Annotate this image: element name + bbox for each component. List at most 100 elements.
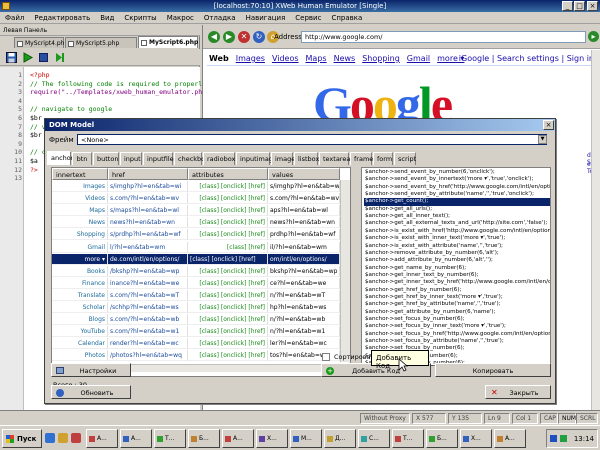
list-item[interactable]: $anchor->get_href_by_attribute('name',''… (364, 301, 550, 308)
list-item[interactable]: $anchor->get_all_external_texts_and_url(… (364, 220, 550, 227)
menu-help[interactable]: Справка (326, 12, 367, 22)
list-item[interactable]: $anchor->get_inner_text_by_href('http://… (364, 279, 550, 286)
table-row[interactable]: Gmail l/?hl=en&tab=wm [class] [href] il/?hl… (52, 241, 350, 253)
tab-frame[interactable]: frame (350, 152, 373, 165)
menu-edit[interactable]: Редактировать (29, 12, 95, 22)
minimize-button[interactable]: _ (562, 1, 573, 11)
save-icon[interactable] (6, 52, 17, 63)
copy-button[interactable]: Копировать (435, 363, 551, 377)
table-row[interactable]: Photos/photos?hl=en&tab=wq [class] [oncli… (52, 350, 350, 362)
list-item[interactable]: $anchor->get_href_by_number(6); (364, 287, 550, 294)
taskbar-button[interactable]: Б... (426, 429, 458, 448)
google-account-links[interactable]: iGoogle | Search settings | Sign in (459, 54, 594, 63)
tab-anchor[interactable]: anchor (47, 151, 73, 165)
grid-scrollbar[interactable] (340, 180, 350, 362)
list-item[interactable]: $anchor->set_focus_by_href('http://www.g… (364, 331, 550, 338)
list-item[interactable]: $anchor->set_focus_by_number(6); (364, 316, 550, 323)
tab-button[interactable]: button (93, 152, 119, 165)
stop-load-icon[interactable]: ✕ (238, 31, 250, 43)
tab-textarea[interactable]: textarea (319, 152, 350, 165)
menu-navigation[interactable]: Навигация (241, 12, 291, 22)
list-item[interactable]: $anchor->get_attribute_by_number(6,'name… (364, 309, 550, 316)
method-list[interactable]: $anchor->send_event_by_number(6,'onclick… (361, 167, 551, 366)
table-row[interactable]: YouTube s.com/?hl=en&tab=w1 [class] [oncli… (52, 326, 350, 338)
list-item[interactable]: $anchor->set_focus_by_attribute('name','… (364, 338, 550, 345)
close-window-button[interactable]: × (587, 1, 598, 11)
col-header-values[interactable]: values (268, 168, 340, 180)
go-icon[interactable]: ▸ (588, 31, 599, 42)
chevron-down-icon[interactable]: ▼ (538, 135, 547, 144)
col-header-innertext[interactable]: innertext (52, 168, 108, 180)
list-item[interactable]: $anchor->get_inner_text_by_number(6); (364, 272, 550, 279)
list-item[interactable]: $anchor->get_name_by_number(6); (364, 265, 550, 272)
table-row[interactable]: News news?hl=en&tab=wn [class] [onclick] [… (52, 217, 350, 229)
table-row[interactable]: Maps s/maps?hl=en&tab=wl [class] [onclick]… (52, 205, 350, 217)
tab-myscript5[interactable]: MyScript5.php (65, 37, 137, 48)
list-item[interactable]: $anchor->is_exist_with_inner_text('more … (364, 235, 550, 242)
taskbar-button[interactable]: X... (460, 429, 492, 448)
tab-btn[interactable]: btn (72, 152, 92, 165)
menu-debug[interactable]: Отладка (199, 12, 241, 22)
menu-tools[interactable]: Сервис (290, 12, 326, 22)
taskbar-button[interactable]: Д... (324, 429, 356, 448)
list-item[interactable]: $anchor->add_attribute_by_number(6,'alt'… (364, 257, 550, 264)
tab-inputimage[interactable]: inputimage (236, 152, 277, 165)
table-row[interactable]: more ▾ de.com/intl/en/options/[class] [on… (52, 253, 350, 265)
address-field[interactable]: http://www.google.com/ (301, 31, 586, 43)
taskbar-button[interactable]: Т... (392, 429, 424, 448)
menu-file[interactable]: Файл (0, 12, 29, 22)
taskbar-button[interactable]: C... (358, 429, 390, 448)
tab-checkbox[interactable]: checkbox (174, 152, 209, 165)
list-item[interactable]: $anchor->send_event_by_attribute('name',… (364, 191, 550, 198)
dialog-close-icon[interactable]: × (543, 120, 554, 130)
google-nav-images[interactable]: Images (236, 54, 265, 63)
tab-form[interactable]: form (373, 152, 393, 165)
stop-icon[interactable] (38, 52, 49, 63)
google-nav-web[interactable]: Web (209, 54, 229, 63)
table-row[interactable]: Translate s.com/?hl=en&tab=wT [class] [onc… (52, 289, 350, 301)
taskbar-button[interactable]: A... (494, 429, 526, 448)
google-nav-maps[interactable]: Maps (306, 54, 327, 63)
table-row[interactable]: Finance inance?hl=en&tab=we [class] [oncli… (52, 277, 350, 289)
menu-view[interactable]: Вид (95, 12, 119, 22)
browser-scrollbar[interactable] (591, 50, 600, 410)
table-row[interactable]: Images s/imghp?hl=en&tab=wi [class] [oncli… (52, 181, 350, 192)
taskbar-button[interactable]: Т... (154, 429, 186, 448)
list-item[interactable]: $anchor->send_event_by_href('http://www.… (364, 184, 550, 191)
tray-lang-icon[interactable] (550, 435, 557, 442)
taskbar-button[interactable]: А... (86, 429, 118, 448)
list-item[interactable]: $anchor->remove_attribute_by_number(6,'a… (364, 250, 550, 257)
table-row[interactable]: Shopping s/prdhp?hl=en&tab=wf [class] [onc… (52, 229, 350, 241)
taskbar-button[interactable]: М... (290, 429, 322, 448)
table-row[interactable]: Blogs s.com/?hl=en&tab=wb [class] [onclick… (52, 314, 350, 326)
folder-icon[interactable] (58, 433, 68, 443)
sort-checkbox[interactable] (322, 353, 330, 361)
start-button[interactable]: Пуск (2, 429, 42, 448)
col-header-attributes[interactable]: attributes (188, 168, 268, 180)
frame-select[interactable]: <None> (77, 134, 547, 145)
maximize-button[interactable]: □ (574, 1, 585, 11)
tab-script[interactable]: script (394, 152, 416, 165)
tab-listbox[interactable]: listbox (294, 152, 319, 165)
taskbar-button[interactable]: Х... (256, 429, 288, 448)
element-grid[interactable]: innertext href attributes values Images s… (51, 167, 351, 377)
reload-icon[interactable]: ↻ (253, 31, 265, 43)
list-item[interactable]: $anchor->send_event_by_number(6,'onclick… (364, 169, 550, 176)
table-row[interactable]: Books/bkshp?hl=en&tab=wp [class] [onclick… (52, 265, 350, 277)
list-item[interactable]: $anchor->get_count(); (364, 198, 550, 206)
tray-network-icon[interactable] (560, 435, 567, 442)
taskbar-button[interactable]: А... (222, 429, 254, 448)
tab-myscript6[interactable]: MyScript6.php (138, 36, 198, 48)
dialog-title-bar[interactable]: DOM Model (45, 119, 555, 131)
refresh-button[interactable]: Обновить (51, 385, 131, 399)
taskbar-button[interactable]: Б... (188, 429, 220, 448)
back-icon[interactable]: ◀ (208, 31, 220, 43)
google-nav-shopping[interactable]: Shopping (362, 54, 400, 63)
google-nav-videos[interactable]: Videos (272, 54, 299, 63)
google-nav-news[interactable]: News (334, 54, 356, 63)
list-item[interactable]: $anchor->get_href_by_inner_text('more ▾'… (364, 294, 550, 301)
tab-input[interactable]: input (120, 152, 142, 165)
taskbar-button[interactable]: А... (120, 429, 152, 448)
tab-image[interactable]: image (271, 152, 295, 165)
ie-icon[interactable] (45, 433, 55, 443)
